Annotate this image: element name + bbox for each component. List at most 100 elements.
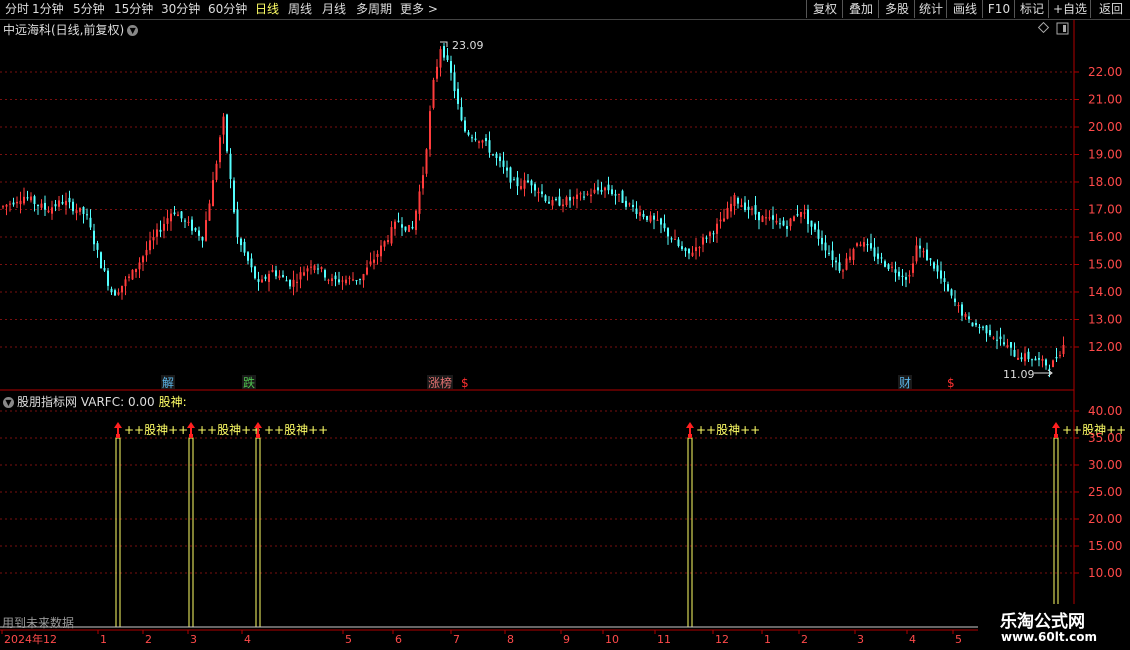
candle-body bbox=[905, 277, 907, 280]
indicator-tick-label: 40.00 bbox=[1088, 404, 1122, 418]
signal-arrow-head bbox=[254, 422, 262, 428]
candle-body bbox=[110, 288, 113, 293]
stock-title-text: 中远海科(日线,前复权) bbox=[3, 23, 125, 37]
candle-body bbox=[117, 292, 120, 295]
candle-body bbox=[1048, 368, 1051, 370]
candle-body bbox=[551, 199, 554, 206]
overlay-button[interactable]: 叠加 bbox=[842, 0, 879, 18]
candle-body bbox=[131, 269, 134, 280]
candle-body bbox=[642, 213, 645, 217]
candle-body bbox=[929, 258, 932, 260]
candle-body bbox=[159, 229, 162, 232]
candle-body bbox=[457, 88, 459, 104]
candle-body bbox=[621, 190, 624, 203]
candle-body bbox=[569, 197, 571, 201]
candle-body bbox=[191, 219, 193, 231]
candle-body bbox=[912, 263, 914, 273]
candle-body bbox=[180, 211, 183, 219]
candle-body bbox=[47, 210, 50, 213]
draw-line-button[interactable]: 画线 bbox=[946, 0, 983, 18]
tab-daily[interactable]: 日线 bbox=[255, 1, 279, 18]
tab-15min[interactable]: 15分钟 bbox=[114, 1, 153, 18]
back-button[interactable]: 返回 bbox=[1090, 0, 1130, 18]
signal-dot bbox=[688, 434, 692, 438]
candle-body bbox=[348, 277, 351, 279]
x-tick-label: 9 bbox=[563, 633, 570, 646]
candle-body bbox=[177, 214, 179, 217]
tab-monthly[interactable]: 月线 bbox=[322, 1, 346, 18]
candle-body bbox=[1017, 357, 1019, 360]
tab-weekly[interactable]: 周线 bbox=[288, 1, 312, 18]
chevron-down-icon[interactable]: ▼ bbox=[127, 25, 139, 36]
candle-body bbox=[446, 55, 449, 61]
candle-body bbox=[89, 217, 92, 228]
tab-60min[interactable]: 60分钟 bbox=[208, 1, 247, 18]
event-marker: 财 bbox=[899, 376, 911, 390]
future-data-note: 用到未来数据 bbox=[2, 616, 75, 630]
candle-body bbox=[215, 163, 218, 180]
candle-body bbox=[534, 184, 536, 191]
high-price-label: 23.09 bbox=[452, 39, 484, 52]
candle-body bbox=[166, 218, 169, 224]
candle-body bbox=[695, 247, 697, 252]
candle-body bbox=[719, 219, 722, 222]
candle-body bbox=[793, 216, 795, 221]
candle-body bbox=[37, 205, 39, 207]
candle-body bbox=[933, 262, 935, 269]
candle-body bbox=[646, 216, 648, 220]
candle-body bbox=[93, 230, 95, 245]
high-arrow bbox=[440, 41, 448, 47]
chart-grid bbox=[0, 71, 1074, 574]
candle-body bbox=[411, 226, 414, 229]
candle-body bbox=[61, 202, 64, 204]
candle-body bbox=[303, 272, 305, 276]
tab-multi-period[interactable]: 多周期 bbox=[356, 1, 392, 18]
candle-body bbox=[789, 218, 792, 227]
candle-body bbox=[625, 200, 627, 207]
statistics-button[interactable]: 统计 bbox=[914, 0, 947, 18]
candle-body bbox=[1059, 355, 1061, 357]
candle-body bbox=[817, 229, 820, 239]
candle-body bbox=[341, 280, 344, 282]
chevron-down-icon[interactable]: ▼ bbox=[3, 397, 14, 408]
candle-body bbox=[404, 226, 407, 231]
restore-rights-button[interactable]: 复权 bbox=[806, 0, 843, 18]
tab-intraday[interactable]: 分时 bbox=[5, 1, 29, 18]
multi-stock-button[interactable]: 多股 bbox=[878, 0, 915, 18]
candle-body bbox=[121, 285, 123, 293]
candle-body bbox=[807, 209, 809, 224]
indicator-tick-label: 30.00 bbox=[1088, 458, 1122, 472]
candle-body bbox=[282, 275, 284, 277]
signal-label: ++股神++ bbox=[264, 423, 328, 437]
candle-body bbox=[751, 208, 753, 210]
candle-body bbox=[597, 187, 599, 191]
f10-button[interactable]: F10 bbox=[982, 0, 1015, 18]
candle-body bbox=[523, 180, 526, 189]
candle-body bbox=[1013, 349, 1016, 357]
event-marker-bg bbox=[427, 375, 453, 389]
kline-chart[interactable]: ++股神++ ++股神++ ++股神++ ++股神++ ++股神++ 22.0021.0… bbox=[0, 0, 1130, 650]
axes bbox=[0, 20, 1075, 631]
candle-body bbox=[320, 267, 323, 269]
mark-button[interactable]: 标记 bbox=[1014, 0, 1049, 18]
tab-5min[interactable]: 5分钟 bbox=[73, 1, 105, 18]
candle-body bbox=[814, 223, 816, 230]
candle-body bbox=[429, 111, 431, 150]
tab-1min[interactable]: 1分钟 bbox=[32, 1, 64, 18]
candle-body bbox=[16, 201, 18, 204]
candle-body bbox=[583, 196, 585, 198]
candle-body bbox=[278, 275, 281, 279]
tab-30min[interactable]: 30分钟 bbox=[161, 1, 200, 18]
candle-body bbox=[1055, 356, 1058, 359]
candle-body bbox=[954, 298, 956, 303]
signal-bars: ++股神++ ++股神++ ++股神++ ++股神++ ++股神++ bbox=[114, 422, 1126, 628]
candle-body bbox=[362, 274, 365, 281]
candle-body bbox=[950, 289, 953, 296]
add-watchlist-button[interactable]: +自选 bbox=[1048, 0, 1091, 18]
tab-more[interactable]: 更多 > bbox=[400, 1, 438, 18]
candle-body bbox=[880, 257, 883, 259]
candle-body bbox=[779, 223, 781, 225]
candle-body bbox=[852, 249, 855, 260]
candle-body bbox=[257, 279, 260, 282]
candle-body bbox=[226, 114, 228, 152]
